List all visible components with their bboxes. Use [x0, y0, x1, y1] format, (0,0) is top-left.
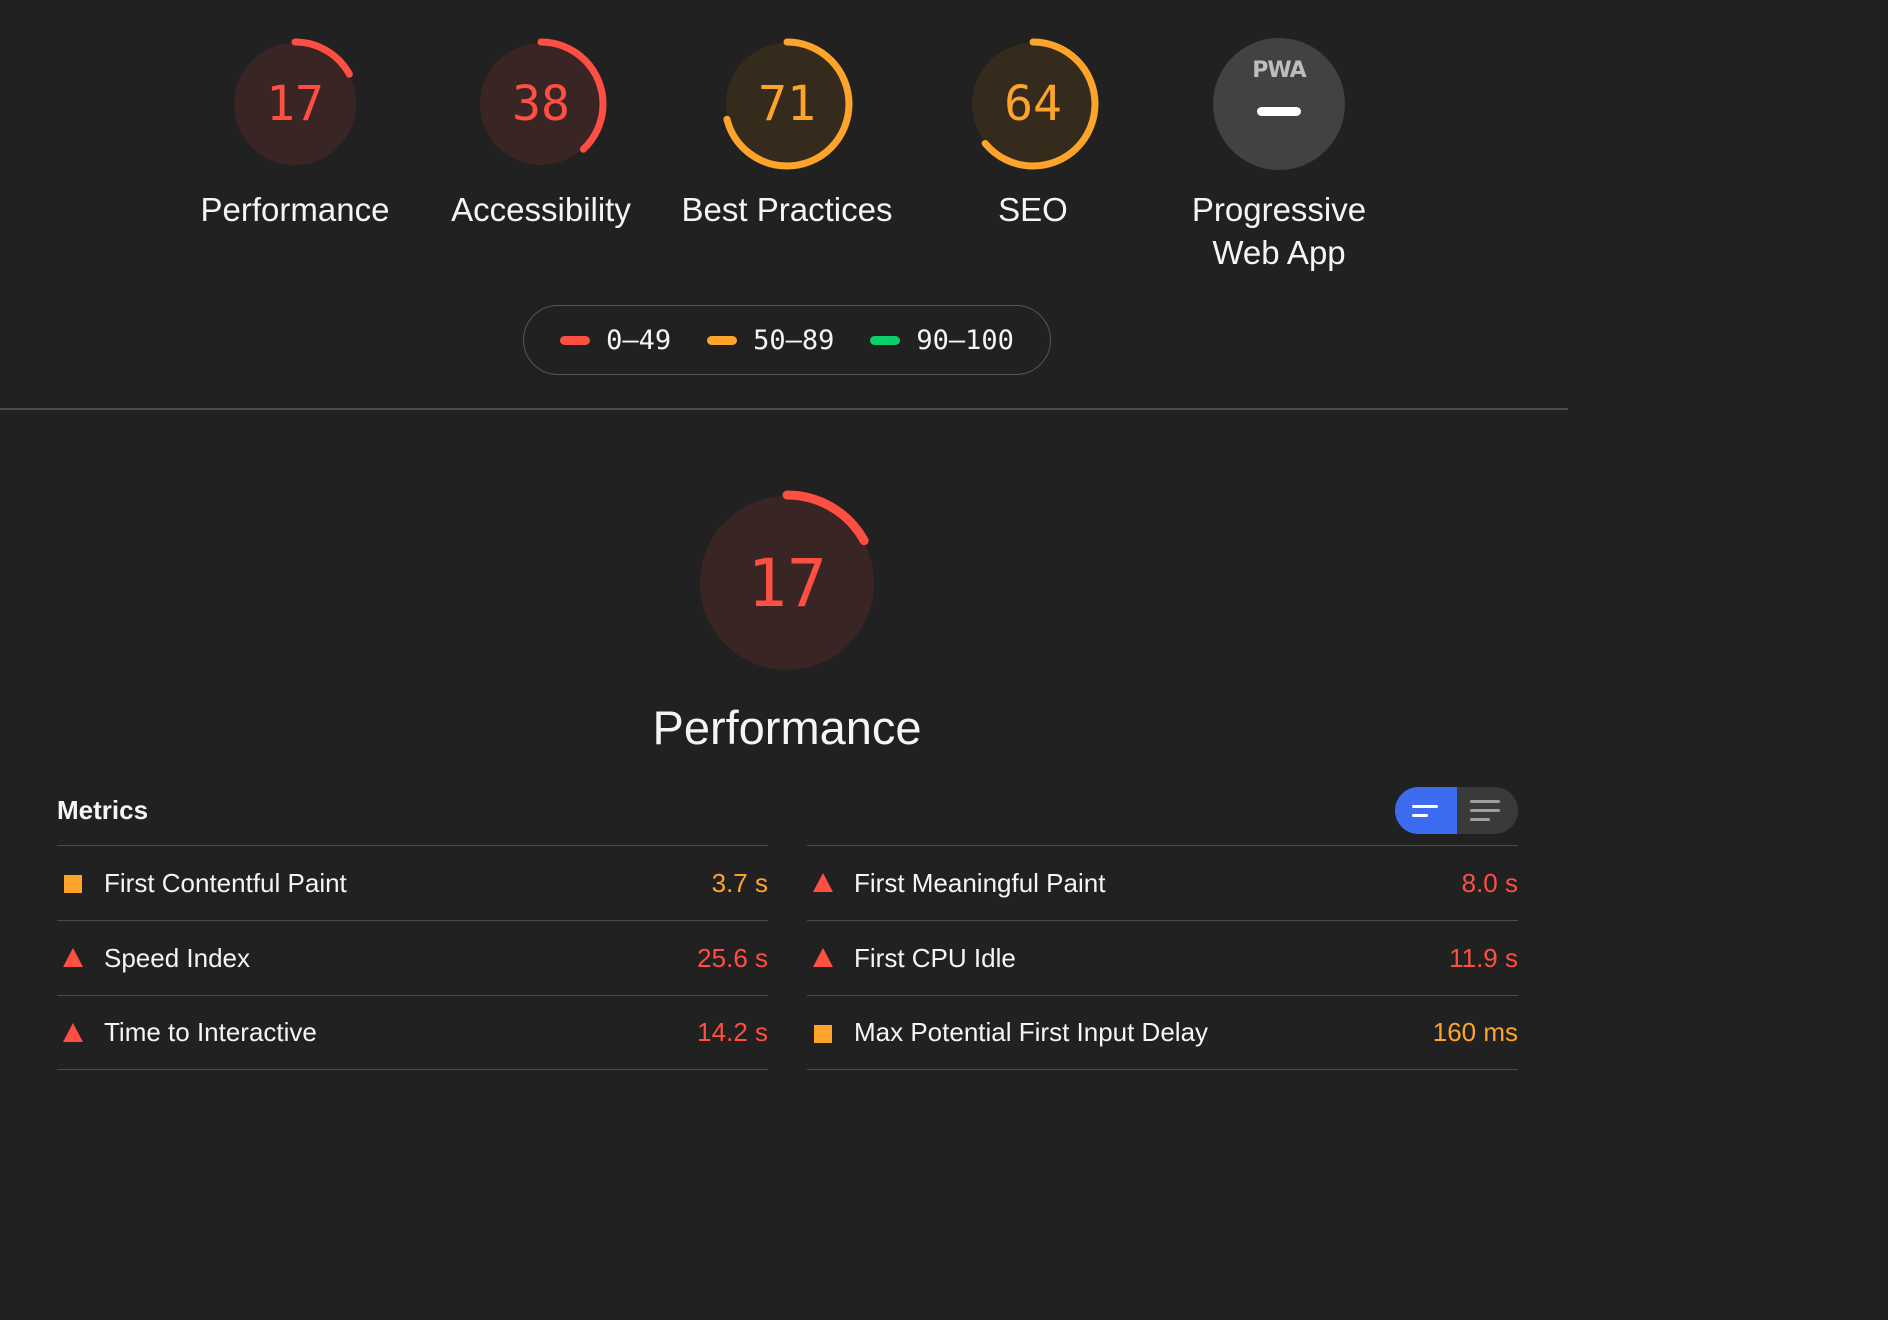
gauge-ring: 64 — [965, 36, 1101, 172]
average-square-icon — [64, 875, 82, 893]
section-divider — [0, 408, 1568, 410]
compact-view-icon[interactable] — [1395, 787, 1457, 834]
gauge-label-line1: Progressive — [1191, 191, 1367, 228]
fail-triangle-icon — [63, 1023, 83, 1042]
gauge-label: Accessibility — [451, 191, 631, 228]
performance-gauge-large: 17 — [692, 488, 882, 678]
gauge-label: SEO — [998, 191, 1068, 228]
metric-row: First Contentful Paint 3.7 s — [57, 845, 768, 920]
toggle-bar — [1469, 800, 1500, 803]
metric-value: 160 ms — [1432, 1017, 1518, 1047]
gauge-pwa[interactable]: PWA Progressive Web App — [1156, 36, 1402, 274]
toggle-bar — [1469, 809, 1500, 812]
metric-row: Time to Interactive 14.2 s — [57, 995, 768, 1070]
legend-label: 90–100 — [916, 324, 1014, 356]
pwa-circle — [1213, 38, 1345, 170]
metric-row: Max Potential First Input Delay 160 ms — [807, 995, 1518, 1070]
gauge-ring: PWA — [1211, 36, 1347, 172]
gauge-label-line2: Web App — [1212, 234, 1346, 271]
legend-item-pass: 90–100 — [870, 325, 1014, 356]
score-legend: 0–49 50–89 90–100 — [523, 305, 1051, 375]
gauge-score: 64 — [1004, 76, 1062, 132]
pwa-dash-icon — [1257, 107, 1301, 116]
gauge-label: Progressive Web App — [1192, 188, 1366, 274]
legend-swatch-average — [707, 335, 738, 345]
legend-item-average: 50–89 — [707, 325, 834, 356]
gauge-ring: 17 — [227, 36, 363, 172]
metrics-column-left: First Contentful Paint 3.7 s Speed Index… — [57, 845, 768, 1070]
metric-value: 14.2 s — [697, 1017, 768, 1047]
metrics-heading: Metrics — [57, 795, 149, 825]
legend-label: 0–49 — [606, 324, 672, 356]
legend-swatch-pass — [870, 335, 901, 345]
metric-label: First CPU Idle — [854, 942, 1016, 973]
metric-row: First Meaningful Paint 8.0 s — [807, 845, 1518, 920]
toggle-bar — [1412, 813, 1428, 817]
metric-value: 8.0 s — [1461, 867, 1518, 898]
gauge-best-practices[interactable]: 71 Best Practices — [664, 36, 910, 231]
legend-swatch-fail — [560, 335, 591, 345]
gauge-label: Performance — [200, 191, 390, 228]
performance-score: 17 — [747, 544, 827, 622]
gauge-ring: 38 — [473, 36, 609, 172]
legend-label: 50–89 — [753, 324, 835, 356]
fail-triangle-icon — [813, 948, 833, 967]
lighthouse-report: 17 Performance 38 Accessibility 71 Best … — [0, 0, 1568, 1096]
expanded-view-icon[interactable] — [1456, 787, 1518, 834]
metric-label: Speed Index — [104, 942, 251, 973]
gauge-ring: 71 — [719, 36, 855, 172]
fail-triangle-icon — [63, 948, 83, 967]
metric-label: Time to Interactive — [104, 1017, 317, 1047]
pwa-badge-icon: PWA — [1252, 58, 1306, 83]
metric-row: Speed Index 25.6 s — [57, 920, 768, 995]
metrics-column-right: First Meaningful Paint 8.0 s First CPU I… — [807, 845, 1518, 1070]
fail-triangle-icon — [813, 873, 833, 892]
metric-value: 25.6 s — [697, 942, 768, 973]
gauge-label: Best Practices — [681, 191, 893, 228]
average-square-icon — [814, 1025, 832, 1043]
gauge-accessibility[interactable]: 38 Accessibility — [418, 36, 664, 231]
toggle-bar — [1469, 818, 1490, 821]
toggle-bar — [1412, 804, 1438, 808]
gauge-performance[interactable]: 17 Performance — [172, 36, 418, 231]
gauge-score: 38 — [512, 76, 570, 132]
performance-title: Performance — [652, 701, 922, 754]
metrics-view-toggle[interactable] — [1395, 787, 1518, 834]
metric-label: Max Potential First Input Delay — [854, 1017, 1209, 1047]
metric-value: 3.7 s — [711, 867, 768, 898]
metric-label: First Meaningful Paint — [854, 867, 1106, 898]
legend-item-fail: 0–49 — [560, 325, 671, 356]
gauge-seo[interactable]: 64 SEO — [910, 36, 1156, 231]
metric-value: 11.9 s — [1449, 942, 1518, 973]
gauge-score: 17 — [266, 76, 324, 132]
gauge-score: 71 — [758, 76, 816, 132]
metric-label: First Contentful Paint — [104, 867, 347, 898]
metric-row: First CPU Idle 11.9 s — [807, 920, 1518, 995]
